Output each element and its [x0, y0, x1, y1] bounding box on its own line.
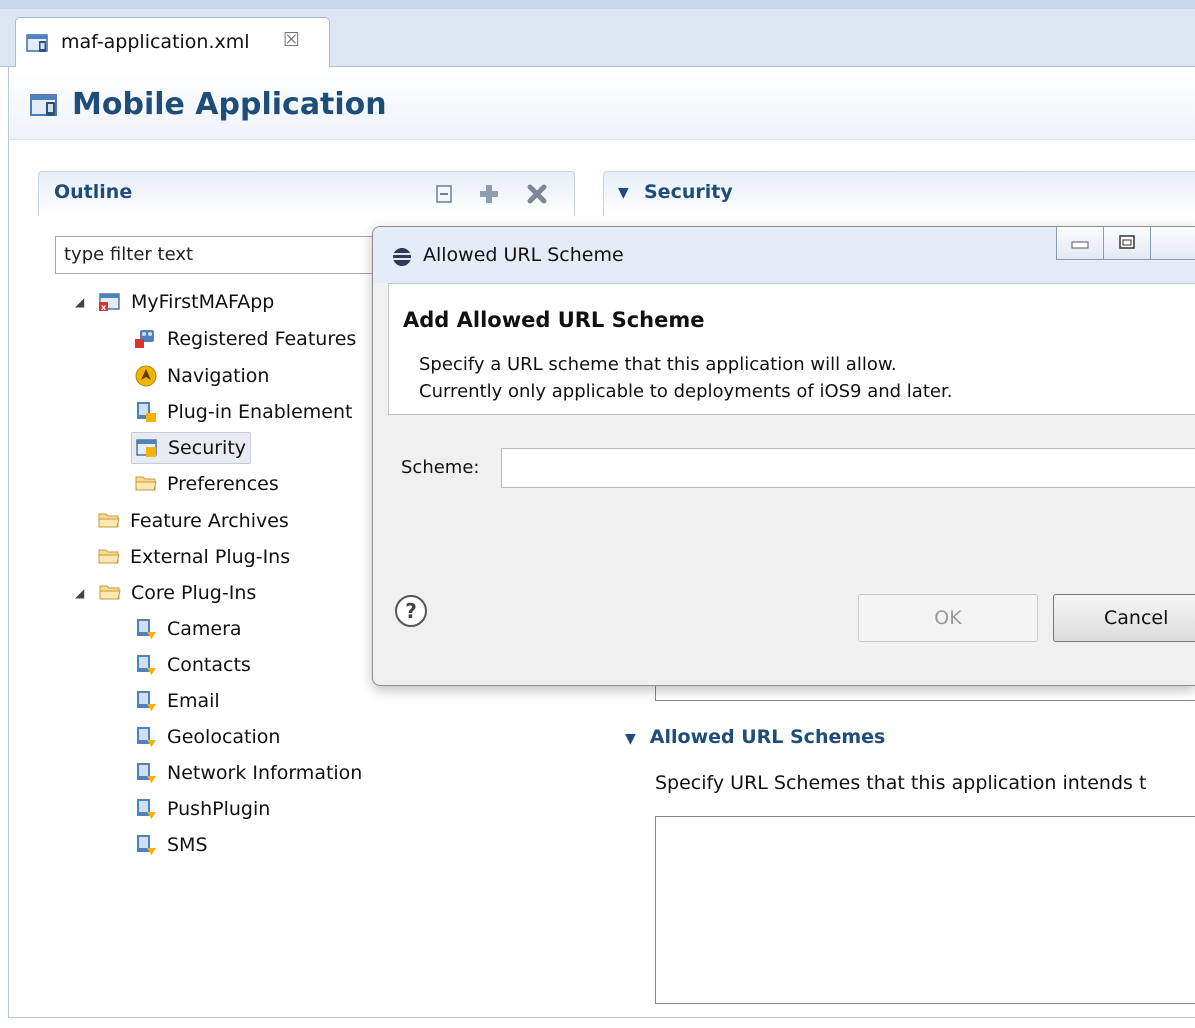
maximize-button[interactable] — [1103, 227, 1151, 260]
allowed-url-schemes-header[interactable]: ▼ Allowed URL Schemes — [625, 726, 885, 748]
tree-item-label: Plug-in Enablement — [167, 401, 353, 423]
scheme-label: Scheme: — [401, 457, 480, 478]
plugin-lock-icon — [135, 401, 157, 423]
minimize-button[interactable] — [1056, 227, 1104, 260]
expanded-arrow-icon[interactable]: ◢ — [75, 295, 91, 309]
editor-tab-label: maf-application.xml — [61, 31, 250, 53]
tree-item-registered-features[interactable]: Registered Features — [135, 324, 356, 354]
dialog-description-line2: Currently only applicable to deployments… — [419, 381, 953, 402]
tree-item-label: Navigation — [167, 365, 270, 387]
tree-item-contacts[interactable]: Contacts — [135, 650, 251, 680]
tree-item-label: SMS — [167, 834, 208, 856]
tree-item-label: Email — [167, 690, 220, 712]
collapse-all-icon[interactable] — [431, 181, 457, 207]
editor-bottom-border — [8, 1017, 1195, 1018]
tree-item-label: Feature Archives — [130, 510, 289, 532]
tree-item-label: Core Plug-Ins — [131, 582, 257, 604]
dialog-title-bar[interactable]: Allowed URL Scheme — [373, 227, 1195, 283]
close-tab-icon[interactable]: ☒ — [283, 29, 300, 51]
tree-item-label: Geolocation — [167, 726, 281, 748]
tree-item-label: Preferences — [167, 473, 279, 495]
allowed-url-scheme-dialog: Allowed URL Scheme Add Allowed URL Schem… — [372, 226, 1195, 686]
tree-item-navigation[interactable]: Navigation — [135, 361, 269, 391]
app-icon: x — [99, 291, 121, 313]
tree-item-label: Camera — [167, 618, 242, 640]
plugin-icon — [135, 798, 157, 820]
tree-item-label: MyFirstMAFApp — [131, 291, 275, 313]
folder-icon — [135, 473, 157, 495]
delete-icon[interactable] — [524, 181, 550, 207]
ok-button[interactable]: OK — [858, 594, 1038, 642]
help-icon[interactable]: ? — [395, 595, 427, 627]
tree-item-label: PushPlugin — [167, 798, 271, 820]
dialog-heading: Add Allowed URL Scheme — [403, 308, 705, 332]
folder-icon — [98, 546, 120, 568]
plugin-icon — [135, 654, 157, 676]
add-icon[interactable] — [476, 181, 502, 207]
navigation-icon — [135, 365, 157, 387]
tree-item-label: Security — [168, 437, 247, 459]
tree-item-email[interactable]: Email — [135, 686, 220, 716]
plugin-icon — [135, 762, 157, 784]
tree-item-myfirstmafapp[interactable]: ◢ x MyFirstMAFApp — [75, 287, 274, 317]
collapse-triangle-icon[interactable]: ▼ — [625, 731, 636, 747]
tree-item-pushplugin[interactable]: PushPlugin — [135, 794, 270, 824]
outline-section-header: Outline — [38, 171, 575, 216]
svg-text:x: x — [101, 303, 107, 312]
eclipse-logo-icon — [393, 248, 411, 266]
plugin-icon — [135, 618, 157, 640]
security-section-header[interactable]: ▼ Security — [603, 171, 1195, 216]
tree-item-label: Registered Features — [167, 328, 357, 350]
tree-item-label: External Plug-Ins — [130, 546, 291, 568]
tree-item-preferences[interactable]: Preferences — [135, 469, 279, 499]
mobile-app-icon — [30, 92, 60, 123]
dialog-description-line1: Specify a URL scheme that this applicati… — [419, 354, 897, 375]
allowed-url-schemes-description: Specify URL Schemes that this applicatio… — [655, 772, 1147, 794]
dialog-banner: Add Allowed URL Scheme Specify a URL sch… — [388, 283, 1195, 414]
allowed-url-schemes-title: Allowed URL Schemes — [649, 726, 886, 748]
close-window-button[interactable] — [1150, 227, 1195, 260]
mobile-app-file-icon — [26, 32, 50, 59]
folder-icon — [99, 582, 121, 604]
plugin-icon — [135, 726, 157, 748]
folder-icon — [98, 510, 120, 532]
tree-item-plugin-enablement[interactable]: Plug-in Enablement — [135, 397, 352, 427]
tree-item-label: Contacts — [167, 654, 251, 676]
tree-item-camera[interactable]: Camera — [135, 614, 242, 644]
editor-left-border — [8, 67, 9, 1017]
tree-item-network-information[interactable]: Network Information — [135, 758, 362, 788]
tree-item-geolocation[interactable]: Geolocation — [135, 722, 280, 752]
security-icon — [136, 437, 158, 459]
expanded-arrow-icon[interactable]: ◢ — [75, 586, 91, 600]
outline-filter-input[interactable]: type filter text — [55, 236, 385, 274]
tree-item-core-plugins[interactable]: ◢ Core Plug-Ins — [75, 578, 256, 608]
feature-icon — [135, 328, 157, 350]
plugin-icon — [135, 690, 157, 712]
page-title: Mobile Application — [72, 87, 387, 122]
dialog-title: Allowed URL Scheme — [423, 244, 624, 266]
form-header: Mobile Application — [8, 67, 1195, 140]
outline-title: Outline — [54, 181, 133, 203]
tree-item-feature-archives[interactable]: Feature Archives — [98, 506, 289, 536]
selected-highlight: Security — [131, 432, 252, 464]
collapse-triangle-icon[interactable]: ▼ — [618, 185, 629, 201]
cancel-button[interactable]: Cancel — [1053, 594, 1195, 642]
tree-item-label: Network Information — [167, 762, 363, 784]
tree-item-sms[interactable]: SMS — [135, 830, 208, 860]
plugin-icon — [135, 834, 157, 856]
tree-item-security[interactable]: Security — [131, 432, 252, 464]
allowed-url-schemes-list[interactable] — [655, 816, 1195, 1004]
security-title: Security — [644, 181, 733, 203]
scheme-input[interactable] — [501, 448, 1195, 488]
tree-item-external-plugins[interactable]: External Plug-Ins — [98, 542, 290, 572]
editor-tab-maf-application[interactable]: maf-application.xml ☒ — [15, 17, 330, 68]
dialog-separator — [388, 414, 1195, 415]
